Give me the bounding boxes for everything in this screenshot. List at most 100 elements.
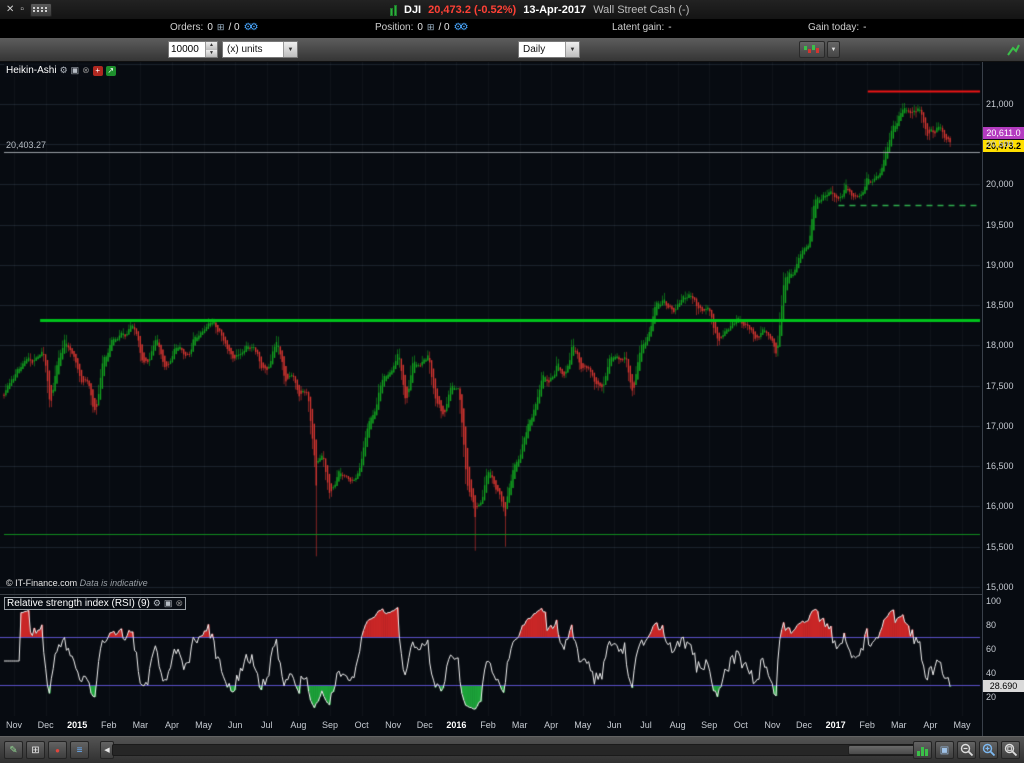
rsi-axis-label: 40 (986, 668, 997, 678)
list-icon: ≡ (76, 744, 83, 756)
zoom-in-icon (982, 743, 995, 757)
gain-today-label: Gain today: (808, 22, 860, 33)
time-axis-label: Apr (923, 720, 938, 730)
time-axis-label: Feb (101, 720, 117, 730)
close-icon[interactable]: ⊗ (82, 65, 90, 76)
axis-separator (982, 62, 983, 736)
units-dropdown[interactable]: (x) units ▼ (222, 41, 298, 58)
time-axis-label: May (574, 720, 592, 730)
chart-style-icon (804, 44, 819, 53)
quantity-stepper[interactable]: ▲▼ (168, 41, 218, 58)
sprout-icon (1007, 44, 1020, 56)
price-indicator-label: Heikin-Ashi (6, 65, 57, 76)
time-axis-label: Feb (480, 720, 496, 730)
zoom-in-button[interactable] (979, 741, 998, 759)
time-axis-label: Aug (290, 720, 307, 730)
instrument-symbol[interactable]: DJI (404, 4, 421, 16)
time-axis-label: Nov (5, 720, 23, 730)
title-bar: ✕ ▫ DJI 20,473.2 (-0.52%) 13-Apr-2017 Wa… (0, 0, 1024, 20)
rsi-axis-label: 80 (986, 620, 997, 630)
rsi-indicator-label: Relative strength index (RSI) (9) (7, 598, 150, 609)
chart-style-caret-button[interactable]: ▼ (827, 41, 840, 58)
time-axis-label: Nov (385, 720, 402, 730)
time-axis-label: May (953, 720, 971, 730)
time-axis-label: Sep (321, 720, 339, 730)
orders-settings-icon[interactable]: ⚙⚙ (244, 22, 259, 33)
close-icon[interactable]: ✕ (6, 4, 14, 15)
time-axis-label: Jun (227, 720, 243, 730)
time-axis-label: Apr (544, 720, 559, 730)
units-label: (x) units (227, 44, 263, 55)
time-axis-label: Oct (354, 720, 369, 730)
zoom-out-icon (960, 743, 973, 757)
quantity-spinner[interactable]: ▲ ▼ (205, 42, 217, 57)
detach-window-button[interactable]: ▣ (935, 741, 954, 759)
window-icon[interactable]: ▣ (164, 598, 173, 609)
order-list-button[interactable]: ≡ (70, 741, 89, 759)
alerts-button[interactable]: ● (48, 741, 67, 759)
timeframe-dropdown[interactable]: Daily ▼ (518, 41, 580, 58)
zoom-out-button[interactable] (957, 741, 976, 759)
chart-scrollbar[interactable] (112, 744, 932, 756)
wrench-icon[interactable]: ⚙ (60, 65, 68, 76)
keyboard-shortcuts-button[interactable] (29, 2, 52, 17)
orders-grid-icon[interactable]: ⊞ (217, 22, 225, 33)
time-axis-label: Nov (764, 720, 781, 730)
grid-icon: ⊞ (31, 744, 40, 756)
time-axis-label: Dec (37, 720, 54, 730)
buy-shortcut-icon[interactable]: ↗ (105, 65, 116, 76)
time-axis-label: May (195, 720, 213, 730)
time-axis-label: Sep (701, 720, 718, 730)
statistics-button[interactable] (913, 741, 932, 759)
candlestick-icon (390, 4, 397, 16)
position-count: 0 (417, 22, 423, 33)
alert-icon: ● (55, 745, 60, 755)
latent-gain-label: Latent gain: (612, 22, 665, 33)
orders-count-2: / 0 (228, 22, 240, 33)
bottom-toolbar: ✎ ⊞ ● ≡ ◀ ▣ (0, 736, 1024, 763)
rsi-axis-label: 60 (986, 644, 997, 654)
wrench-icon[interactable]: ⚙ (153, 598, 161, 609)
position-label: Position: (375, 22, 414, 33)
watermark: © IT-Finance.com Data is indicative (6, 578, 148, 588)
quote-date: 13-Apr-2017 (523, 3, 587, 16)
price-axis-label: 18,500 (986, 300, 1014, 311)
time-axis-label: Feb (859, 720, 875, 730)
add-indicator-button[interactable] (1004, 41, 1022, 58)
time-axis-label: Jul (640, 720, 652, 730)
rsi-value-badge: 28.690 (983, 680, 1024, 692)
rsi-indicator-bar: Relative strength index (RSI) (9) ⚙ ▣ ⊗ (4, 597, 186, 610)
price-axis-label: 20,000 (986, 179, 1014, 190)
trading-app-window: ✕ ▫ DJI 20,473.2 (-0.52%) 13-Apr-2017 Wa… (0, 0, 1024, 763)
orders-label: Orders: (170, 22, 204, 33)
position-summary: Position: 0 ⊞ / 0 ⚙⚙ (375, 22, 469, 33)
close-icon[interactable]: ⊗ (175, 598, 183, 609)
zoom-selection-icon (1004, 743, 1017, 757)
position-settings-icon[interactable]: ⚙⚙ (454, 22, 469, 33)
latent-gain-value: - (668, 22, 672, 33)
time-axis-label: Aug (669, 720, 686, 730)
grid-tool-button[interactable]: ⊞ (26, 741, 45, 759)
time-axis-label: 2017 (825, 720, 846, 730)
chart-style-button[interactable] (799, 41, 825, 58)
sell-shortcut-icon[interactable]: + (92, 65, 103, 76)
last-price-and-change: 20,473.2 (-0.52%) (428, 3, 517, 16)
chevron-down-icon: ▼ (283, 42, 297, 57)
time-axis-label: Dec (795, 720, 813, 730)
restore-icon[interactable]: ▫ (20, 4, 24, 15)
orders-count: 0 (207, 22, 213, 33)
scroll-left-icon: ◀ (104, 747, 110, 754)
time-axis-label: Mar (891, 720, 907, 730)
price-chart-canvas[interactable] (0, 62, 982, 595)
time-axis-label: 2015 (67, 720, 88, 730)
window-icon[interactable]: ▣ (71, 65, 80, 76)
rsi-chart-canvas[interactable] (0, 595, 982, 716)
position-grid-icon[interactable]: ⊞ (427, 22, 435, 33)
quantity-input[interactable] (169, 42, 205, 57)
price-axis-label: 19,000 (986, 259, 1014, 270)
time-axis-label: Oct (733, 720, 748, 730)
draw-tools-button[interactable]: ✎ (4, 741, 23, 759)
time-axis-label: Jul (261, 720, 273, 730)
bar-chart-icon (917, 745, 928, 756)
zoom-selection-button[interactable] (1001, 741, 1020, 759)
